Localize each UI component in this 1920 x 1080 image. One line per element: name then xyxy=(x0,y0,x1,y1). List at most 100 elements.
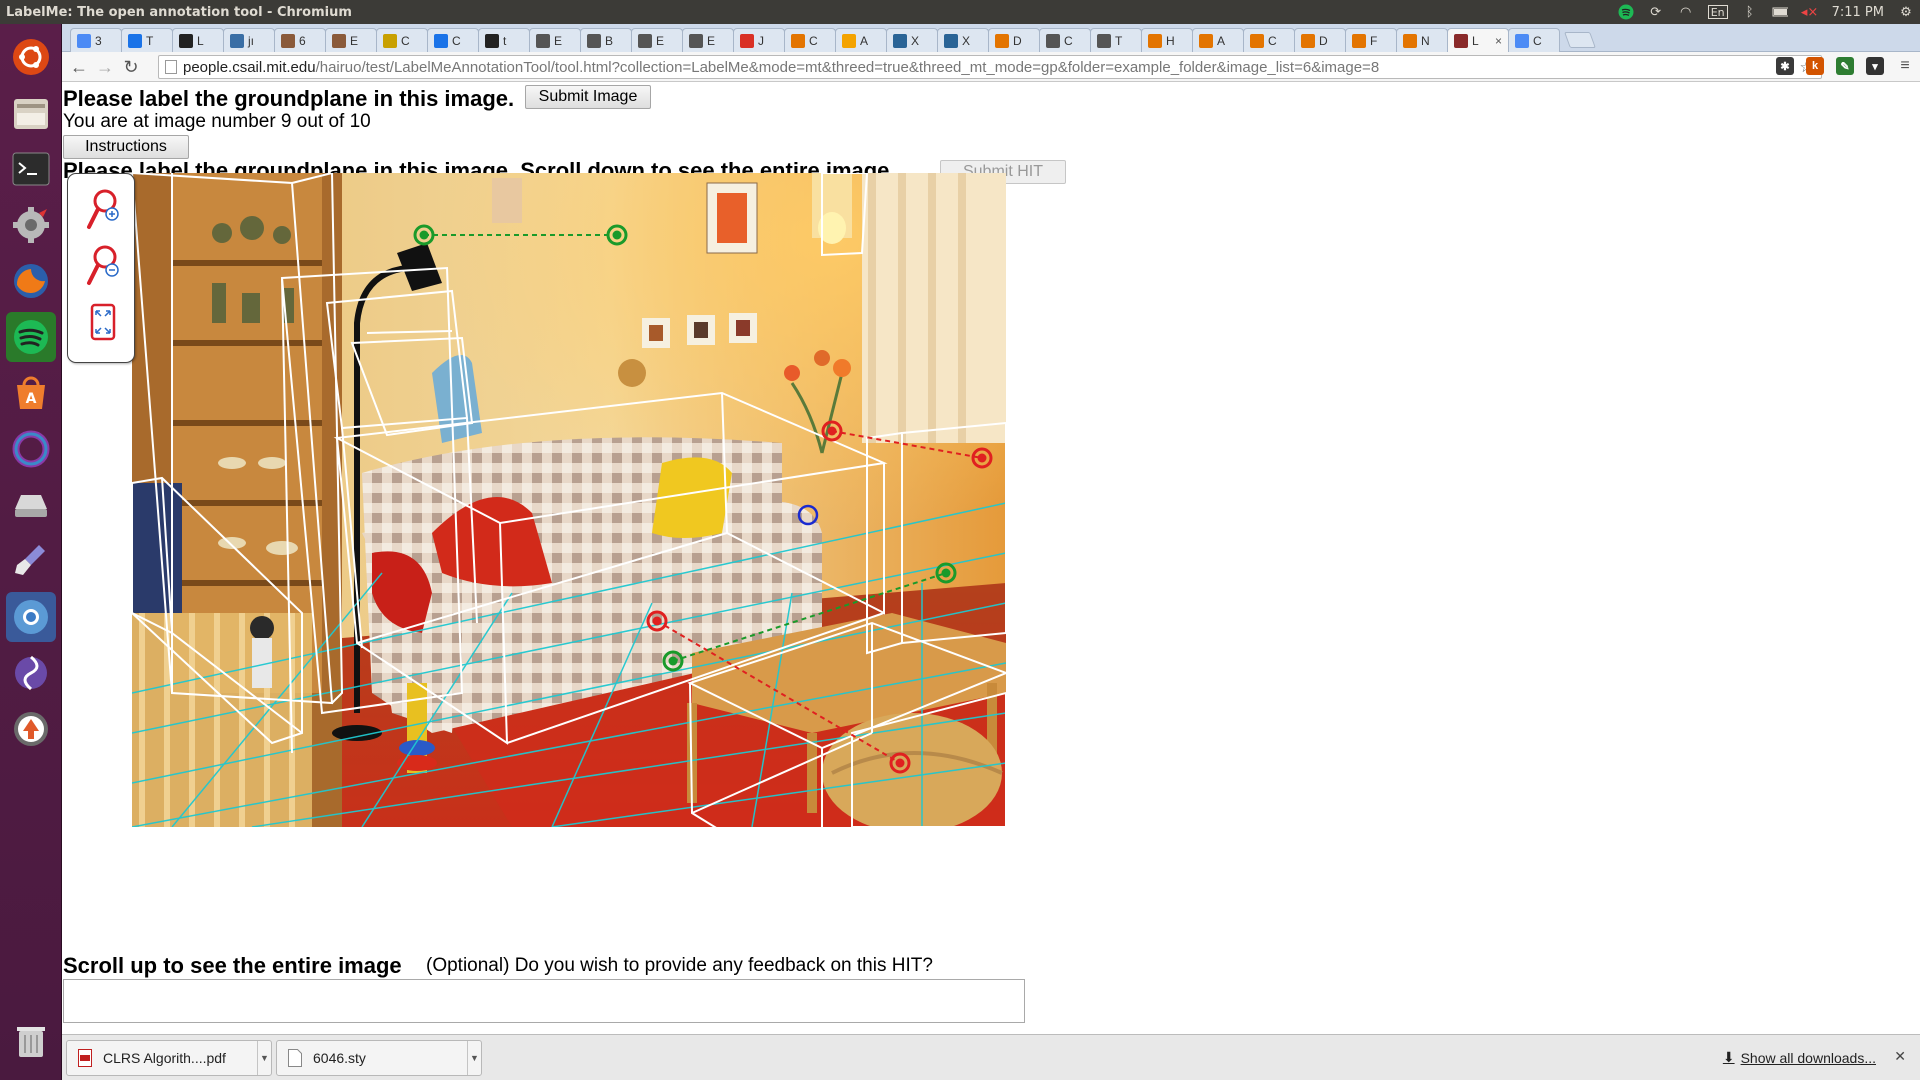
shutter-icon[interactable] xyxy=(6,648,56,698)
extension-pen-icon[interactable]: ✎ xyxy=(1836,57,1854,75)
keyboard-layout-indicator[interactable]: En xyxy=(1707,5,1728,19)
firefox-icon[interactable] xyxy=(6,256,56,306)
svg-text:A: A xyxy=(26,391,37,407)
browser-tab[interactable]: X xyxy=(937,28,989,52)
tab-favicon-icon xyxy=(1301,33,1315,48)
show-all-downloads-link[interactable]: ⬇ Show all downloads... xyxy=(1723,1049,1876,1066)
battery-icon[interactable] xyxy=(1772,4,1788,20)
browser-tab[interactable]: jı xyxy=(223,28,275,52)
browser-tab[interactable]: D xyxy=(988,28,1040,52)
browser-tab[interactable]: C xyxy=(376,28,428,52)
reload-icon[interactable]: ↻ xyxy=(120,56,142,78)
browser-tab[interactable]: D xyxy=(1294,28,1346,52)
tab-favicon-icon xyxy=(383,33,397,48)
system-settings-icon[interactable] xyxy=(6,200,56,250)
zoom-out-icon[interactable] xyxy=(82,242,122,288)
tab-favicon-icon xyxy=(434,33,448,48)
browser-tab[interactable]: t xyxy=(478,28,530,52)
fit-to-screen-icon[interactable] xyxy=(82,300,122,346)
tab-label: X xyxy=(911,33,920,48)
tab-label: T xyxy=(1115,33,1123,48)
volume-muted-icon[interactable]: ◂× xyxy=(1801,4,1818,20)
tab-favicon-icon xyxy=(893,33,907,48)
forward-arrow-icon[interactable]: → xyxy=(94,56,116,78)
browser-tab[interactable]: N xyxy=(1396,28,1448,52)
browser-tab[interactable]: 3 xyxy=(70,28,122,52)
browser-tab[interactable]: H xyxy=(1141,28,1193,52)
browser-tab[interactable]: A xyxy=(835,28,887,52)
tab-active[interactable]: L × xyxy=(1447,28,1509,52)
sync-icon[interactable]: ⟳ xyxy=(1648,4,1664,20)
software-updater-icon[interactable] xyxy=(6,704,56,754)
browser-tab[interactable]: E xyxy=(682,28,734,52)
tab-label: C xyxy=(401,33,410,48)
browser-tab[interactable]: C xyxy=(1508,28,1560,52)
bluetooth-icon[interactable]: ᛒ xyxy=(1742,4,1758,20)
menu-hamburger-icon[interactable]: ≡ xyxy=(1896,57,1914,75)
zoom-tool-panel xyxy=(67,173,135,363)
ubuntu-dash-icon[interactable] xyxy=(6,32,56,82)
tab-label: F xyxy=(1370,33,1378,48)
annotation-canvas[interactable] xyxy=(132,173,1006,827)
tab-label: E xyxy=(707,33,716,48)
browser-tab[interactable]: T xyxy=(1090,28,1142,52)
download-item-sty[interactable]: 6046.sty ▼ xyxy=(276,1040,482,1076)
tab-label: C xyxy=(809,33,818,48)
spotify-icon[interactable] xyxy=(6,312,56,362)
terminal-icon[interactable] xyxy=(6,144,56,194)
extension-puzzle-icon[interactable]: ✱ xyxy=(1776,57,1794,75)
zoom-in-icon[interactable] xyxy=(82,186,122,232)
browser-tab[interactable]: C xyxy=(1243,28,1295,52)
browser-tab[interactable]: X xyxy=(886,28,938,52)
tab-favicon-icon xyxy=(689,33,703,48)
browser-tab[interactable]: J xyxy=(733,28,785,52)
browser-tab[interactable]: C xyxy=(427,28,479,52)
unity-launcher: A xyxy=(0,24,62,1080)
disk-drive-icon[interactable] xyxy=(6,480,56,530)
show-all-downloads-label: Show all downloads... xyxy=(1740,1049,1876,1066)
trash-icon[interactable] xyxy=(6,1016,56,1066)
download-menu-chevron-icon[interactable]: ▼ xyxy=(467,1041,481,1075)
browser-tab[interactable]: A xyxy=(1192,28,1244,52)
feedback-textarea[interactable] xyxy=(63,979,1025,1023)
feedback-question: (Optional) Do you wish to provide any fe… xyxy=(426,955,933,976)
settings-gear-icon[interactable]: ⚙ xyxy=(1898,4,1914,20)
browser-tab[interactable]: E xyxy=(631,28,683,52)
wifi-icon[interactable]: ◠ xyxy=(1678,4,1694,20)
clock[interactable]: 7:11 PM xyxy=(1832,5,1884,20)
download-item-pdf[interactable]: CLRS Algorith....pdf ▼ xyxy=(66,1040,272,1076)
browser-tab[interactable]: F xyxy=(1345,28,1397,52)
instructions-button[interactable]: Instructions xyxy=(63,135,189,159)
address-bar[interactable]: people.csail.mit.edu/hairuo/test/LabelMe… xyxy=(158,55,1822,79)
tab-favicon-icon xyxy=(179,33,193,48)
room-photo[interactable] xyxy=(132,173,1006,827)
tab-favicon-icon xyxy=(1250,33,1264,48)
extension-k-icon[interactable]: k xyxy=(1806,57,1824,75)
browser-tab[interactable]: L xyxy=(172,28,224,52)
software-center-icon[interactable]: A xyxy=(6,368,56,418)
paint-brush-icon[interactable] xyxy=(6,536,56,586)
ring-app-icon[interactable] xyxy=(6,424,56,474)
browser-tab[interactable]: E xyxy=(325,28,377,52)
submit-image-button[interactable]: Submit Image xyxy=(525,85,651,109)
spotify-tray-icon[interactable] xyxy=(1618,4,1634,20)
chromium-icon[interactable] xyxy=(6,592,56,642)
tab-label: A xyxy=(860,33,869,48)
browser-tab[interactable]: T xyxy=(121,28,173,52)
browser-tab[interactable]: E xyxy=(529,28,581,52)
browser-tab[interactable]: C xyxy=(784,28,836,52)
close-shelf-icon[interactable]: ✕ xyxy=(1894,1048,1906,1065)
tab-favicon-icon xyxy=(1403,33,1417,48)
browser-tab[interactable]: B xyxy=(580,28,632,52)
browser-tab[interactable]: C xyxy=(1039,28,1091,52)
back-arrow-icon[interactable]: ← xyxy=(68,56,90,78)
download-shelf: CLRS Algorith....pdf ▼ 6046.sty ▼ ⬇ Show… xyxy=(62,1034,1920,1080)
pdf-file-icon xyxy=(77,1049,93,1067)
new-tab-button[interactable] xyxy=(1564,32,1596,48)
extension-pocket-icon[interactable]: ▾ xyxy=(1866,57,1884,75)
browser-tab[interactable]: 6 xyxy=(274,28,326,52)
tab-close-icon[interactable]: × xyxy=(1495,34,1502,48)
files-icon[interactable] xyxy=(6,88,56,138)
download-menu-chevron-icon[interactable]: ▼ xyxy=(257,1041,271,1075)
download-filename: CLRS Algorith....pdf xyxy=(103,1050,226,1066)
